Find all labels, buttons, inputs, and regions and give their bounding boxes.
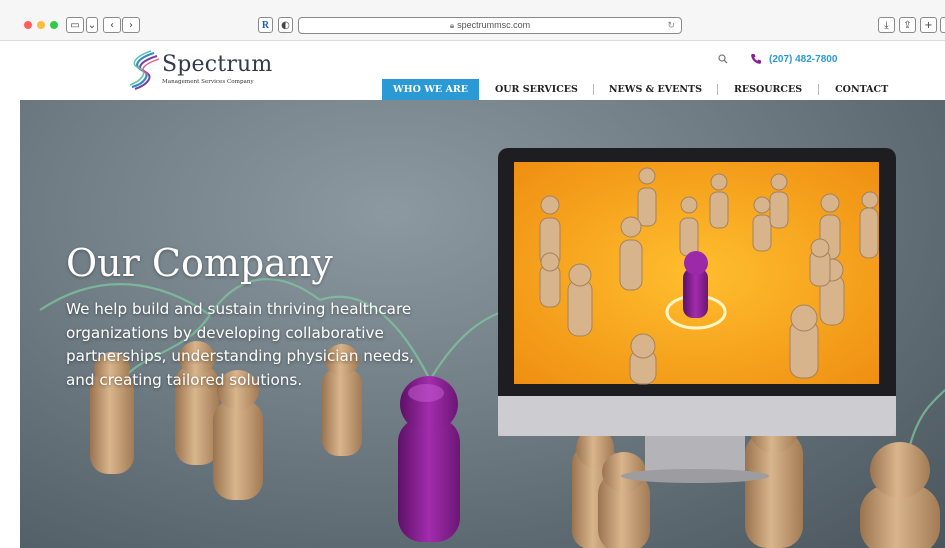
hero-title: Our Company	[66, 241, 333, 285]
tab-overview-button[interactable]	[940, 17, 945, 33]
zoom-window-button[interactable]	[50, 21, 58, 29]
hero-banner: Our Company We help build and sustain th…	[20, 100, 945, 548]
nav-divider	[592, 84, 594, 95]
minimize-window-button[interactable]	[37, 21, 45, 29]
lock-icon: 🔒︎	[449, 21, 455, 30]
nav-item-contact[interactable]: CONTACT	[835, 79, 888, 100]
monitor-illustration	[498, 148, 896, 483]
back-button[interactable]: ‹	[103, 17, 121, 33]
logo-wordmark[interactable]: Spectrum	[162, 52, 272, 77]
reader-button[interactable]: R	[258, 17, 273, 33]
download-icon: ⤓	[884, 19, 889, 31]
nav-divider	[716, 84, 718, 95]
forward-button[interactable]: ›	[122, 17, 140, 33]
forward-icon: ›	[129, 19, 133, 31]
nav-item-news-events[interactable]: NEWS & EVENTS	[609, 79, 702, 100]
nav-divider	[818, 84, 820, 95]
share-icon: ⇪	[903, 19, 912, 31]
logo-swirl-icon[interactable]	[128, 50, 160, 90]
shield-icon: ◐	[281, 19, 290, 31]
window-controls	[24, 21, 58, 29]
downloads-button[interactable]: ⤓	[878, 17, 895, 33]
close-window-button[interactable]	[24, 21, 32, 29]
logo-tagline: Management Services Company	[162, 79, 254, 85]
phone-number-link[interactable]: (207) 482-7800	[769, 54, 837, 65]
address-bar[interactable]: 🔒︎ spectrummsc.com ↻	[298, 17, 682, 34]
privacy-shield-button[interactable]: ◐	[278, 17, 293, 33]
search-icon[interactable]	[718, 54, 728, 64]
reader-icon: R	[261, 19, 270, 31]
nav-item-resources[interactable]: RESOURCES	[734, 79, 802, 100]
nav-item-our-services[interactable]: OUR SERVICES	[495, 79, 578, 100]
browser-toolbar: ▭ ⌄ ‹ › R ◐ 🔒︎ spectrummsc.com ↻ ⤓ ⇪ +	[0, 0, 945, 41]
purple-figure	[398, 376, 460, 542]
nav-item-who-we-are[interactable]: WHO WE ARE	[382, 79, 479, 100]
reload-icon[interactable]: ↻	[667, 20, 675, 31]
main-navigation: WHO WE ARE OUR SERVICES NEWS & EVENTS RE…	[382, 79, 888, 100]
plus-icon: +	[924, 19, 933, 31]
url-text: spectrummsc.com	[457, 20, 531, 30]
back-icon: ‹	[110, 19, 114, 31]
sidebar-icon: ▭	[70, 19, 80, 31]
sidebar-toggle-button[interactable]: ▭	[66, 17, 84, 33]
url-display[interactable]: 🔒︎ spectrummsc.com	[299, 20, 681, 31]
sidebar-menu-button[interactable]: ⌄	[86, 17, 98, 33]
share-button[interactable]: ⇪	[899, 17, 916, 33]
hero-description: We help build and sustain thriving healt…	[66, 300, 414, 389]
new-tab-button[interactable]: +	[920, 17, 937, 33]
phone-icon	[751, 54, 761, 64]
chevron-down-icon: ⌄	[87, 19, 97, 31]
